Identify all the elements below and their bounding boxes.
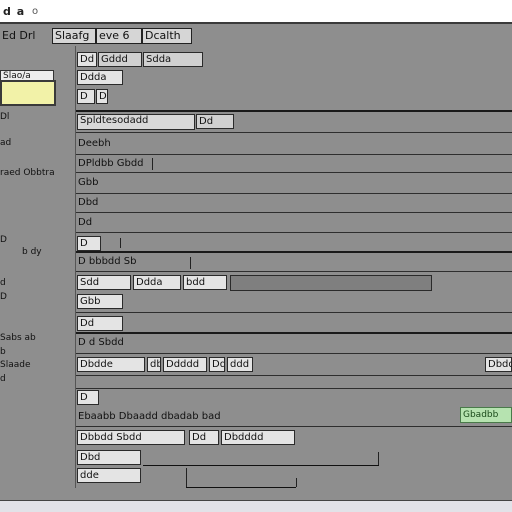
row-divider	[76, 193, 512, 194]
menu-item-2[interactable]: Slaafg	[52, 28, 96, 44]
row-tick	[186, 468, 187, 487]
row-button[interactable]: Ddda	[77, 70, 123, 85]
sidebar-label: D	[0, 292, 7, 302]
row-button[interactable]: bdd	[183, 275, 227, 290]
row-button[interactable]: Dd	[77, 316, 123, 331]
row-button[interactable]: Dd	[189, 430, 219, 445]
row-button[interactable]: D	[77, 390, 99, 405]
row-divider	[76, 132, 512, 133]
row-tick	[120, 238, 121, 248]
sidebar-label: raed Obbtra	[0, 168, 55, 178]
sidebar-label: Sabs ab	[0, 333, 36, 343]
title-icon: o	[32, 6, 39, 17]
row-label: DPldbb Gbdd	[78, 158, 144, 169]
application-window: d a o Ed Drl Slaafg eve 6 Dcalth Slao/a …	[0, 0, 512, 512]
input-underline[interactable]	[143, 465, 379, 466]
section-divider	[76, 332, 512, 334]
status-bar	[0, 500, 512, 512]
row-button[interactable]: Dd	[196, 114, 234, 129]
menu-item-1[interactable]: Ed Drl	[2, 28, 50, 44]
row-label: Gbb	[78, 177, 99, 188]
highlight-box[interactable]	[0, 80, 56, 106]
row-button[interactable]: Dbd	[77, 450, 141, 465]
row-button[interactable]: Gbb	[77, 294, 123, 309]
row-button[interactable]: Ddda	[133, 275, 181, 290]
row-button[interactable]: D	[77, 89, 95, 104]
row-label: D d Sbdd	[78, 337, 124, 348]
menu-item-4[interactable]: Dcalth	[142, 28, 192, 44]
sidebar-label: d	[0, 374, 6, 384]
row-label: Dd	[78, 217, 93, 228]
row-divider	[76, 388, 512, 389]
row-divider	[76, 172, 512, 173]
row-button[interactable]: Ddddd	[163, 357, 207, 372]
sidebar-label: D	[0, 235, 7, 245]
menu-item-3[interactable]: eve 6	[96, 28, 142, 44]
row-button[interactable]: dbddd	[147, 357, 161, 372]
row-button[interactable]: D	[77, 236, 101, 251]
row-button[interactable]: Sdd	[77, 275, 131, 290]
value-field[interactable]	[230, 275, 432, 291]
row-tick	[378, 452, 379, 465]
sidebar-label: ad	[0, 138, 12, 148]
side-button[interactable]: Dbdd	[485, 357, 512, 372]
sidebar-label: b dy	[22, 247, 42, 257]
row-button[interactable]: Sdda	[143, 52, 203, 67]
section-divider	[76, 110, 512, 112]
status-badge: Gbadbb	[460, 407, 512, 423]
row-label: Dbd	[78, 197, 99, 208]
sidebar-label: b	[0, 347, 6, 357]
row-tick	[152, 158, 153, 170]
row-divider	[76, 426, 512, 427]
row-button[interactable]: Dd	[209, 357, 225, 372]
row-label: D bbbdd Sb	[78, 256, 137, 267]
row-tick	[190, 257, 191, 269]
row-button[interactable]: Gddd	[98, 52, 142, 67]
section-divider	[76, 251, 512, 253]
row-button[interactable]: D	[96, 89, 108, 104]
title-bar: d a o	[0, 0, 512, 24]
row-tick	[296, 478, 297, 487]
row-button[interactable]: Dd	[77, 52, 97, 67]
window-title: d a	[3, 5, 26, 18]
sidebar-label: d	[0, 278, 6, 288]
row-button[interactable]: Dbdddd	[221, 430, 295, 445]
sidebar-label: Dl	[0, 112, 10, 122]
row-divider	[76, 271, 512, 272]
row-divider	[76, 312, 512, 313]
row-divider	[76, 232, 512, 233]
row-label: Ebaabb Dbaadd dbadab bad	[78, 411, 221, 422]
row-divider	[76, 154, 512, 155]
row-divider	[76, 353, 512, 354]
row-button[interactable]: ddd	[227, 357, 253, 372]
row-button[interactable]: Dbbdd Sbdd	[77, 430, 185, 445]
panel-border	[75, 46, 76, 488]
input-underline[interactable]	[186, 487, 296, 488]
row-divider	[76, 212, 512, 213]
row-button[interactable]: Dbdde	[77, 357, 145, 372]
row-label: Deebh	[78, 138, 111, 149]
row-divider	[76, 375, 512, 376]
row-button[interactable]: dde	[77, 468, 141, 483]
field-label: Spldtesodadd	[80, 115, 149, 126]
sidebar-label: Slaade	[0, 360, 31, 370]
